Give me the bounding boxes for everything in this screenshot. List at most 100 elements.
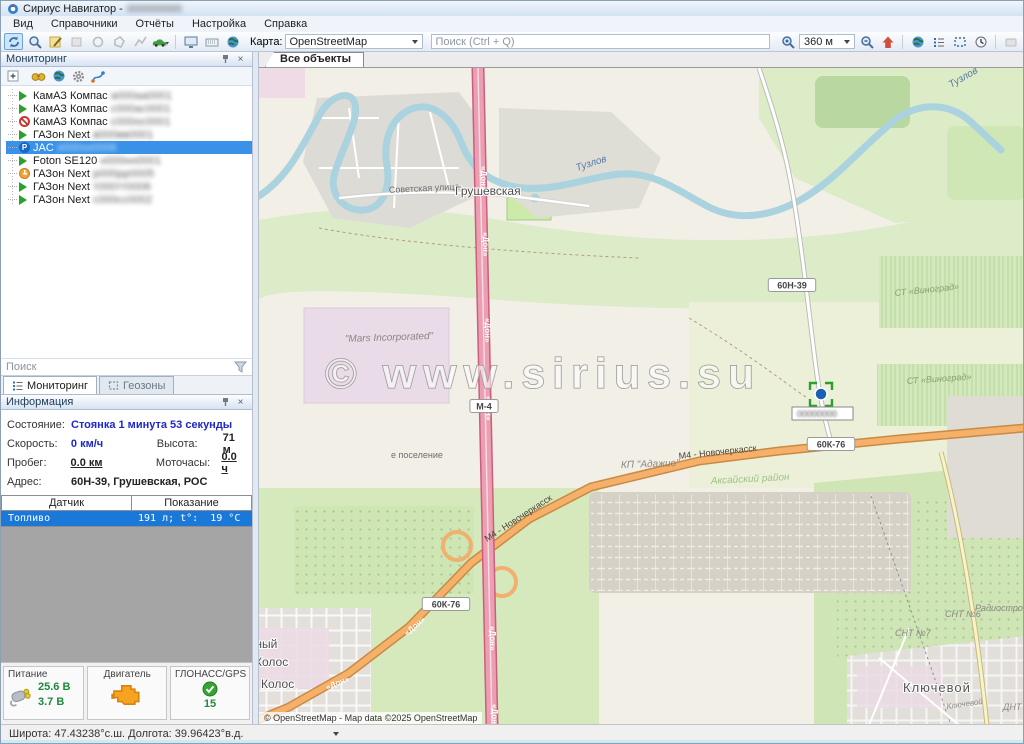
map-label: Красный <box>259 637 277 651</box>
close-icon[interactable]: × <box>234 396 247 409</box>
vehicle-item[interactable]: ГАЗон Nextс000сс0002 <box>6 193 252 206</box>
road-badge: 60К-76 <box>422 598 469 611</box>
altitude-label: Высота: <box>157 438 223 450</box>
map-label: «Дон» <box>483 318 492 343</box>
vehicle-item[interactable]: ГАЗон Nextр000рр0005 <box>6 167 252 180</box>
sensor-col-name: Датчик <box>2 496 132 511</box>
map-watermark: © www.sirius.su <box>325 350 761 398</box>
zoom-out-button[interactable] <box>857 33 876 50</box>
track-refresh-button[interactable] <box>4 33 23 50</box>
status-bar: Широта: 47.43238°с.ш. Долгота: 39.96423°… <box>1 724 1023 743</box>
filter-funnel-icon[interactable] <box>234 361 247 373</box>
sensor-value: 191 л; t°: 19 °C <box>132 511 252 526</box>
vehicle-item[interactable]: ГАЗон Nextв000вв0001 <box>6 128 252 141</box>
vehicle-status-moving-icon <box>19 130 27 140</box>
app-icon <box>7 3 19 15</box>
tree-connector <box>8 108 17 109</box>
tree-connector <box>8 95 17 96</box>
info-panel-title: Информация <box>6 396 73 408</box>
menu-spravka[interactable]: Справка <box>264 18 307 30</box>
tab-geozones[interactable]: Геозоны <box>99 376 174 394</box>
map-canvas[interactable]: Советская улицаГрушевскаяТузловТузловСТ … <box>259 68 1023 724</box>
address-label: Адрес: <box>7 476 71 488</box>
hours-value[interactable]: 0.0 ч <box>221 451 246 475</box>
expand-all-button[interactable] <box>7 70 19 82</box>
map-edit-button[interactable] <box>46 33 65 50</box>
map-tab-all-objects[interactable]: Все объекты <box>265 52 364 67</box>
binoculars-search-button[interactable] <box>31 70 46 82</box>
close-icon[interactable]: × <box>234 53 247 66</box>
vehicle-name: ГАЗон Next <box>33 168 90 180</box>
globe-view-button[interactable] <box>908 33 927 50</box>
map-label: «Дон» <box>481 232 490 257</box>
minimap-button[interactable] <box>1001 33 1020 50</box>
global-search-input[interactable] <box>431 34 771 49</box>
pin-icon[interactable] <box>221 54 234 64</box>
zoom-tool-button[interactable] <box>25 33 44 50</box>
vehicle-item[interactable]: КамАЗ Компасс000ас0001 <box>6 102 252 115</box>
geozone-icon <box>108 380 119 391</box>
vehicle-plate-redacted: с000сс0002 <box>93 194 152 206</box>
vehicle-plate-redacted: р000рр0005 <box>93 168 154 180</box>
mileage-value[interactable]: 0.0 км <box>71 457 156 469</box>
vehicle-item[interactable]: Foton SE120н000нн0001 <box>6 154 252 167</box>
svg-text:60К-76: 60К-76 <box>432 600 461 610</box>
vehicle-tree: КамАЗ Компаса000аа0001КамАЗ Компасс000ас… <box>1 86 252 358</box>
coordinates-format-caret[interactable] <box>333 732 339 736</box>
geozone-polygon-button[interactable] <box>109 33 128 50</box>
road-badge: 60К-76 <box>807 438 854 451</box>
gps-satellites-value: 15 <box>175 697 245 712</box>
coordinates-readout: Широта: 47.43238°с.ш. Долгота: 39.96423°… <box>9 728 243 740</box>
list-icon <box>12 380 23 391</box>
menu-vid[interactable]: Вид <box>13 18 33 30</box>
settings-gear-icon[interactable] <box>72 70 85 83</box>
vehicle-menu-button[interactable] <box>151 33 170 50</box>
object-list-button[interactable] <box>929 33 948 50</box>
map-select[interactable]: OpenStreetMap <box>285 34 423 49</box>
sensor-table-empty-area <box>1 526 252 662</box>
vehicle-item[interactable]: PJACэ000ээ0006 <box>6 141 252 154</box>
vehicle-status-moving-icon <box>19 195 27 205</box>
vehicle-plate-redacted: э000ээ0006 <box>57 142 117 154</box>
vehicle-item[interactable]: КамАЗ Компаса000аа0001 <box>6 89 252 102</box>
sidebar-search-row[interactable]: Поиск <box>1 358 252 376</box>
tab-monitoring[interactable]: Мониторинг <box>3 376 97 394</box>
globe-layers-button[interactable] <box>223 33 242 50</box>
map-label: Ключевой <box>903 680 971 695</box>
map-label: «Дон» <box>490 704 499 724</box>
select-area-button[interactable] <box>950 33 969 50</box>
geozone-circle-button[interactable] <box>88 33 107 50</box>
tab-geozones-label: Геозоны <box>123 380 165 392</box>
svg-text:60Н-39: 60Н-39 <box>777 281 807 291</box>
menu-nastroyka[interactable]: Настройка <box>192 18 246 30</box>
pin-icon[interactable] <box>221 397 234 407</box>
show-on-map-button[interactable] <box>52 69 66 83</box>
menu-otchety[interactable]: Отчёты <box>136 18 174 30</box>
window-title-redacted: 000000000 <box>127 3 182 15</box>
menu-spravochniki[interactable]: Справочники <box>51 18 118 30</box>
vehicle-name: КамАЗ Компас <box>33 103 108 115</box>
zoom-in-button[interactable] <box>778 33 797 50</box>
geozone-polyline-button[interactable] <box>130 33 149 50</box>
map-select-caret <box>412 40 418 44</box>
history-time-button[interactable] <box>971 33 990 50</box>
vehicle-name: ГАЗон Next <box>33 181 90 193</box>
svg-text:М-4: М-4 <box>476 402 492 412</box>
geozone-new-button[interactable] <box>67 33 86 50</box>
track-route-button[interactable] <box>91 70 106 83</box>
sensor-row[interactable]: Топливо191 л; t°: 19 °C <box>2 511 252 526</box>
home-view-button[interactable] <box>878 33 897 50</box>
zoom-level-select[interactable]: 360 м <box>799 34 855 49</box>
vehicle-item[interactable]: ГАЗон Nextт000тт0006 <box>6 180 252 193</box>
monitor-panel-button[interactable] <box>181 33 200 50</box>
map-select-value: OpenStreetMap <box>290 36 368 48</box>
keyboard-panel-button[interactable] <box>202 33 221 50</box>
gps-gauge: ГЛОНАСС/GPS 15 <box>170 666 250 720</box>
monitoring-panel-title: Мониторинг <box>6 53 67 65</box>
vehicle-item[interactable]: КамАЗ Компасс000ос0001 <box>6 115 252 128</box>
engine-label: Двигатель <box>92 669 162 680</box>
gps-status-icon <box>202 681 218 697</box>
tree-connector <box>8 186 17 187</box>
engine-icon <box>110 683 144 707</box>
tree-connector <box>8 199 17 200</box>
